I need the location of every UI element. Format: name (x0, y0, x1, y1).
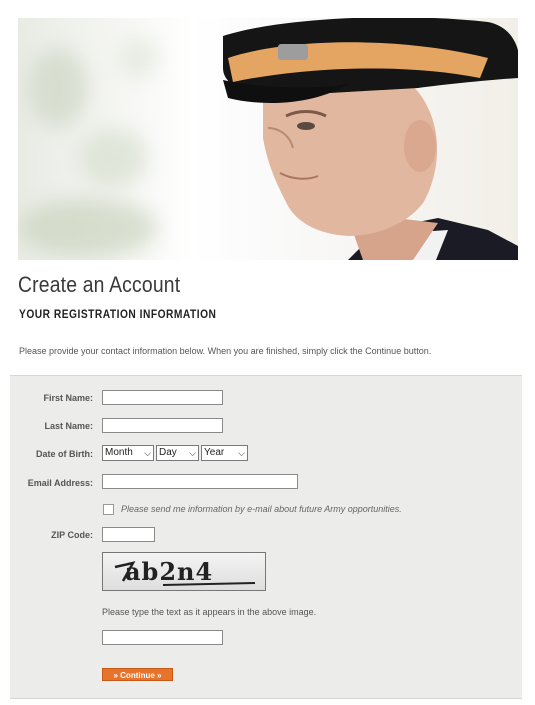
page-title: Create an Account (18, 272, 181, 297)
hero-image (18, 18, 518, 260)
dob-label: Date of Birth: (36, 449, 93, 459)
email-label: Email Address: (27, 478, 93, 488)
last-name-input[interactable] (102, 418, 223, 433)
year-value: Year (204, 447, 225, 458)
zip-label: ZIP Code: (51, 530, 93, 540)
section-subtitle: YOUR REGISTRATION INFORMATION (19, 307, 217, 321)
registration-form: First Name: Last Name: Date of Birth: Mo… (10, 375, 522, 699)
month-value: Month (105, 447, 133, 458)
email-input[interactable] (102, 474, 298, 489)
chevron-down-icon: ⌵ (189, 448, 196, 458)
zip-input[interactable] (102, 527, 155, 542)
last-name-label: Last Name: (44, 421, 93, 431)
optin-checkbox[interactable] (103, 504, 114, 515)
captcha-input[interactable] (102, 630, 223, 645)
intro-text: Please provide your contact information … (19, 346, 432, 356)
continue-button[interactable]: » Continue » (102, 668, 173, 681)
year-select[interactable]: Year ⌵ (201, 445, 248, 461)
soldier-portrait (223, 18, 518, 260)
captcha-image: ab2n4 (102, 552, 266, 591)
chevron-down-icon: ⌵ (238, 448, 245, 458)
captcha-hint: Please type the text as it appears in th… (102, 607, 317, 617)
day-value: Day (159, 447, 177, 458)
day-select[interactable]: Day ⌵ (156, 445, 199, 461)
chevron-down-icon: ⌵ (144, 448, 151, 458)
first-name-label: First Name: (43, 393, 93, 403)
month-select[interactable]: Month ⌵ (102, 445, 154, 461)
first-name-input[interactable] (102, 390, 223, 405)
captcha-text: ab2n4 (125, 557, 214, 586)
optin-label: Please send me information by e-mail abo… (121, 504, 402, 514)
